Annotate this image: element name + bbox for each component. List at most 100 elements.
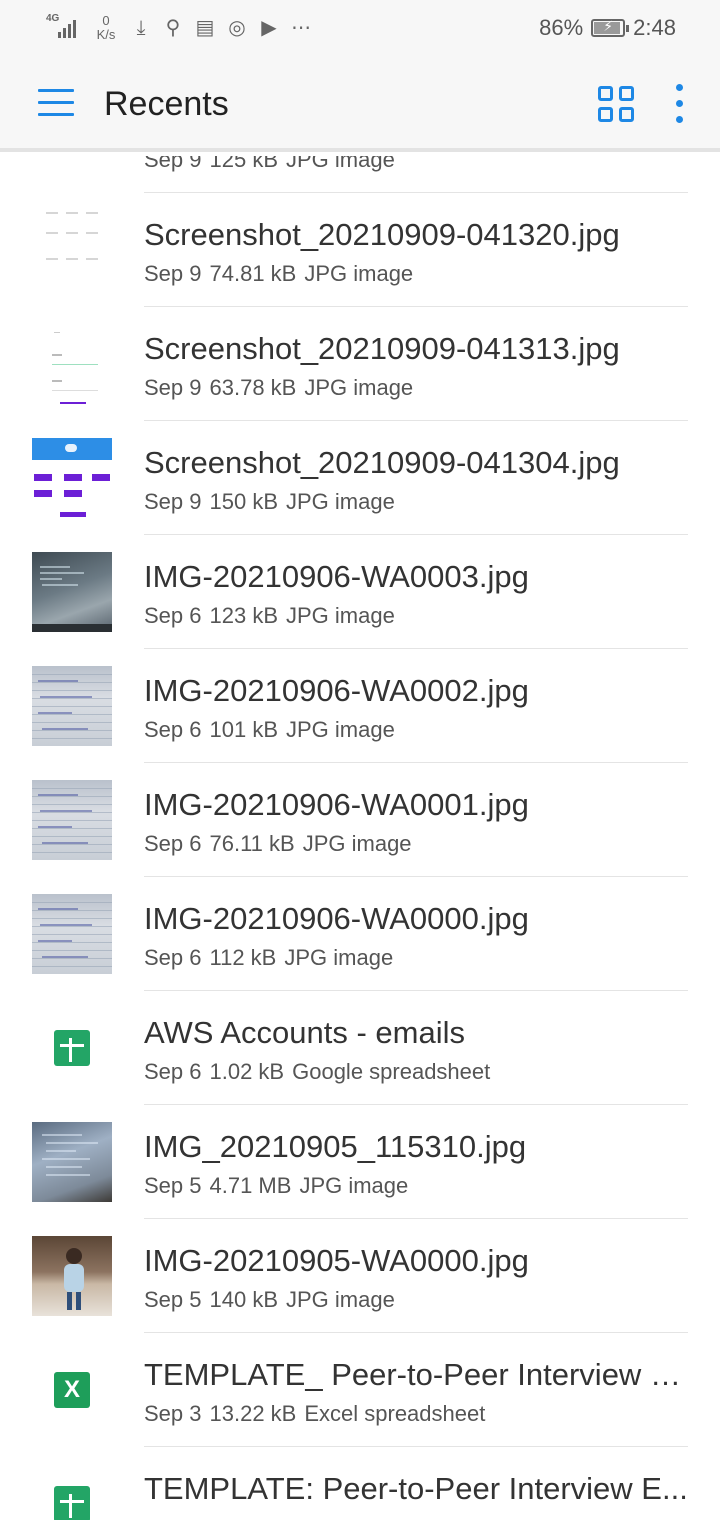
whatsapp-icon: ◎: [228, 17, 246, 39]
thumbnail-detail: [86, 258, 98, 260]
thumbnail-detail: [86, 232, 98, 234]
file-size: 112 kB: [209, 945, 277, 970]
thumbnail-detail: [32, 788, 112, 789]
play-store-icon: ▶: [261, 17, 277, 39]
file-row[interactable]: X TEMPLATE_ Peer-to-Peer Interview E... Se…: [0, 1333, 720, 1447]
thumbnail-detail: [42, 1134, 82, 1136]
file-thumbnail: X: [32, 1350, 112, 1430]
file-meta: Sep 9 63.78 kB JPG image: [144, 374, 413, 402]
file-date: Sep 6: [144, 831, 202, 856]
file-row[interactable]: IMG_20210905_115310.jpg Sep 5 4.71 MB JPG i…: [0, 1105, 720, 1219]
thumbnail-detail: [34, 474, 52, 481]
file-name: Screenshot_20210909-041313.jpg: [144, 331, 620, 366]
thumbnail-detail: [46, 232, 58, 234]
file-size: 74.81 kB: [209, 261, 297, 286]
thumbnail-detail: [52, 354, 62, 356]
thumbnail-detail: [38, 826, 72, 828]
thumbnail-detail: [40, 924, 92, 926]
thumbnail-detail: [38, 908, 78, 910]
thumbnail-detail: [66, 1248, 82, 1264]
file-size: 13.22 kB: [209, 1401, 297, 1426]
file-name: IMG-20210906-WA0001.jpg: [144, 787, 529, 822]
thumbnail-detail: [40, 572, 84, 574]
file-row[interactable]: AWS Accounts - emails Sep 6 1.02 kB Google …: [0, 991, 720, 1105]
thumbnail-detail: [32, 918, 112, 919]
file-meta: Sep 6 112 kB JPG image: [144, 944, 393, 972]
thumbnail-detail: [32, 624, 112, 632]
file-row[interactable]: TEMPLATE: Peer-to-Peer Interview E...: [0, 1447, 720, 1520]
speed-unit: K/s: [96, 27, 116, 42]
thumbnail-detail: [42, 584, 78, 586]
file-name: IMG_20210905_115310.jpg: [144, 1129, 527, 1164]
thumbnail-detail: [64, 474, 82, 481]
file-row[interactable]: Screenshot_20210909-041304.jpg Sep 9 150 k…: [0, 421, 720, 535]
thumbnail-detail: [32, 706, 112, 707]
file-type: JPG image: [299, 1173, 409, 1198]
file-thumbnail: [32, 1008, 112, 1088]
status-bar: 4G 0 K/s ⤓ ⚲ ▤ ◎ ▶ ⋯ 86% ⚡ 2:48: [0, 0, 720, 56]
thumbnail-detail: [32, 966, 112, 967]
file-date: Sep 9: [144, 156, 202, 172]
thumbnail-detail: [32, 942, 112, 943]
menu-icon[interactable]: [30, 84, 82, 124]
thumbnail-detail: [34, 490, 52, 497]
file-type: JPG image: [286, 717, 395, 742]
file-list: Sep 9 125 kB JPG image Screenshot_20210909-…: [0, 156, 720, 1520]
file-name: IMG-20210906-WA0002.jpg: [144, 673, 529, 708]
thumbnail-detail: [60, 1500, 84, 1503]
file-meta: Sep 6 101 kB JPG image: [144, 716, 395, 744]
file-type: JPG image: [286, 603, 395, 628]
file-type: Google spreadsheet: [292, 1059, 491, 1084]
grid-view-icon[interactable]: [592, 80, 640, 128]
file-row[interactable]: IMG-20210906-WA0000.jpg Sep 6 112 kB JPG im…: [0, 877, 720, 991]
thumbnail-detail: [67, 1292, 72, 1310]
file-size: 1.02 kB: [209, 1059, 285, 1084]
thumbnail-detail: [32, 730, 112, 731]
more-options-icon[interactable]: [664, 80, 696, 128]
file-thumbnail: [32, 666, 112, 746]
file-name: AWS Accounts - emails: [144, 1015, 466, 1050]
file-row[interactable]: Screenshot_20210909-041320.jpg Sep 9 74.81…: [0, 193, 720, 307]
file-date: Sep 6: [144, 945, 202, 970]
file-row[interactable]: IMG-20210906-WA0003.jpg Sep 6 123 kB JPG im…: [0, 535, 720, 649]
google-sheets-icon: [54, 1486, 90, 1520]
file-thumbnail: [32, 894, 112, 974]
thumbnail-detail: [32, 796, 112, 797]
file-date: Sep 6: [144, 603, 202, 628]
thumbnail-detail: [38, 940, 72, 942]
file-meta: Sep 5 4.71 MB JPG image: [144, 1172, 408, 1200]
thumbnail-detail: [32, 690, 112, 691]
file-meta: Sep 9 150 kB JPG image: [144, 488, 395, 516]
file-type: JPG image: [286, 489, 395, 514]
thumbnail-detail: [65, 444, 77, 452]
thumbnail-detail: [46, 212, 58, 214]
file-row[interactable]: IMG-20210905-WA0000.jpg Sep 5 140 kB JPG im…: [0, 1219, 720, 1333]
file-thumbnail: [32, 156, 112, 176]
thumbnail-detail: [54, 332, 60, 333]
battery-icon: ⚡: [591, 18, 630, 37]
thumbnail-detail: [46, 1142, 98, 1144]
thumbnail-detail: [32, 950, 112, 951]
file-row[interactable]: Sep 9 125 kB JPG image: [0, 156, 720, 193]
file-row[interactable]: Screenshot_20210909-041313.jpg Sep 9 63.78…: [0, 307, 720, 421]
file-type: JPG image: [286, 1287, 395, 1312]
google-sheets-icon: [54, 1030, 90, 1066]
thumbnail-detail: [38, 712, 72, 714]
file-row[interactable]: IMG-20210906-WA0001.jpg Sep 6 76.11 kB JPG …: [0, 763, 720, 877]
app-bar: Recents: [0, 56, 720, 152]
file-size: 76.11 kB: [209, 831, 295, 856]
file-row[interactable]: IMG-20210906-WA0002.jpg Sep 6 101 kB JPG im…: [0, 649, 720, 763]
thumbnail-detail: [40, 578, 62, 580]
file-meta: Sep 9 74.81 kB JPG image: [144, 260, 413, 288]
file-type: JPG image: [286, 156, 395, 172]
file-size: 123 kB: [209, 603, 279, 628]
file-thumbnail: [32, 1464, 112, 1520]
battery-percent: 86%: [539, 15, 584, 40]
page-title: Recents: [104, 85, 229, 123]
file-thumbnail: [32, 210, 112, 290]
usb-icon: ⚲: [165, 17, 181, 39]
file-date: Sep 9: [144, 261, 202, 286]
thumbnail-detail: [32, 934, 112, 935]
thumbnail-detail: [86, 212, 98, 214]
file-type: JPG image: [304, 261, 414, 286]
